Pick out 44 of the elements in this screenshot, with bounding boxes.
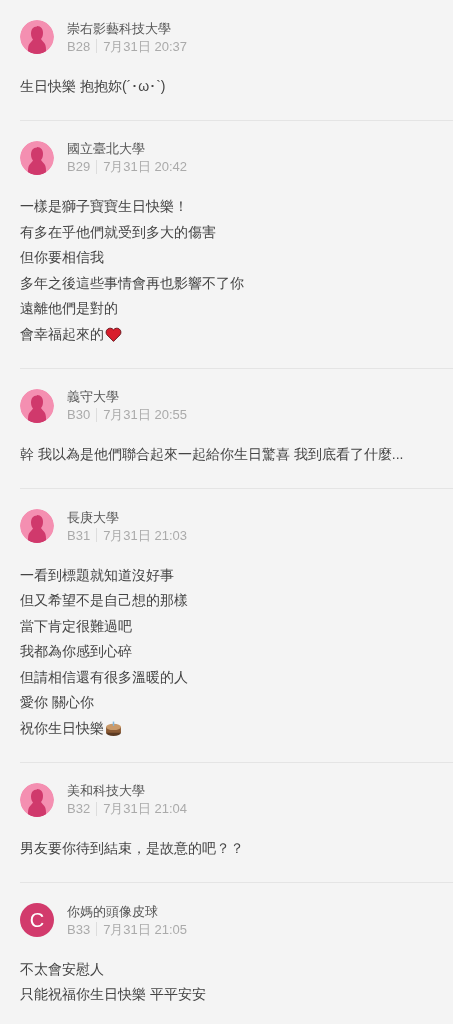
floor-number: B32 — [67, 800, 91, 817]
comment-text: 會幸福起來的 — [20, 325, 104, 344]
comment-text: 遠離他們是對的 — [20, 300, 118, 319]
floor-number: B30 — [67, 406, 91, 423]
comment-text: 但請相信還有很多溫暖的人 — [20, 668, 188, 687]
post-time: 7月31日 20:37 — [103, 37, 187, 55]
avatar-icon — [20, 388, 54, 423]
comment-text: 一樣是獅子寶寶生日快樂！ — [20, 198, 188, 217]
avatar-icon — [20, 509, 54, 543]
author-name: 美和科技大學 — [67, 782, 146, 799]
comment-text: 幹 我以為是他們聯合起來一起給你生日驚喜 我到底看了什麼... — [20, 446, 404, 465]
author-name: 義守大學 — [67, 388, 120, 405]
comment-text: 但你要相信我 — [20, 249, 104, 268]
floor-number: B33 — [67, 920, 91, 938]
comment-text: 但又希望不是自己想的那樣 — [20, 592, 188, 611]
comment-text: 有多在乎他們就受到多大的傷害 — [20, 223, 216, 242]
post-time: 7月31日 20:55 — [103, 406, 187, 423]
comment-text: 愛你 關心你 — [20, 694, 94, 713]
comment-text: 我都為你感到心碎 — [20, 643, 132, 662]
post-time: 7月31日 21:03 — [103, 526, 187, 544]
cake-icon — [105, 720, 122, 738]
avatar-icon — [20, 140, 54, 175]
post-time: 7月31日 21:05 — [103, 920, 187, 938]
comment-text: 多年之後這些事情會再也影響不了你 — [20, 274, 244, 293]
avatar-icon — [20, 782, 54, 817]
comment-text: 祝你生日快樂 — [20, 719, 104, 738]
heart-icon — [105, 326, 122, 344]
floor-number: B29 — [67, 158, 91, 175]
author-name: 長庚大學 — [67, 508, 120, 526]
avatar-icon — [20, 20, 54, 54]
comment-text: 當下肯定很難過吧 — [20, 617, 132, 636]
floor-number: B31 — [67, 526, 91, 544]
avatar: C — [20, 903, 54, 937]
author-name: 你媽的頭像皮球 — [67, 902, 159, 920]
post-time: 7月31日 20:42 — [103, 158, 187, 175]
comment-text: 只能祝福你生日快樂 平平安安 — [20, 986, 206, 1005]
floor-number: B28 — [67, 37, 91, 55]
author-name: 國立臺北大學 — [67, 140, 146, 157]
post-time: 7月31日 21:04 — [103, 800, 187, 817]
comment-text: 男友要你待到結束，是故意的吧？？ — [20, 840, 244, 859]
comment-text: 不太會安慰人 — [20, 960, 104, 979]
comment-text: 一看到標題就知道沒好事 — [20, 566, 174, 585]
author-name: 崇右影藝科技大學 — [67, 19, 172, 37]
comment-text: 生日快樂 抱抱妳(´･ω･`) — [20, 77, 166, 96]
